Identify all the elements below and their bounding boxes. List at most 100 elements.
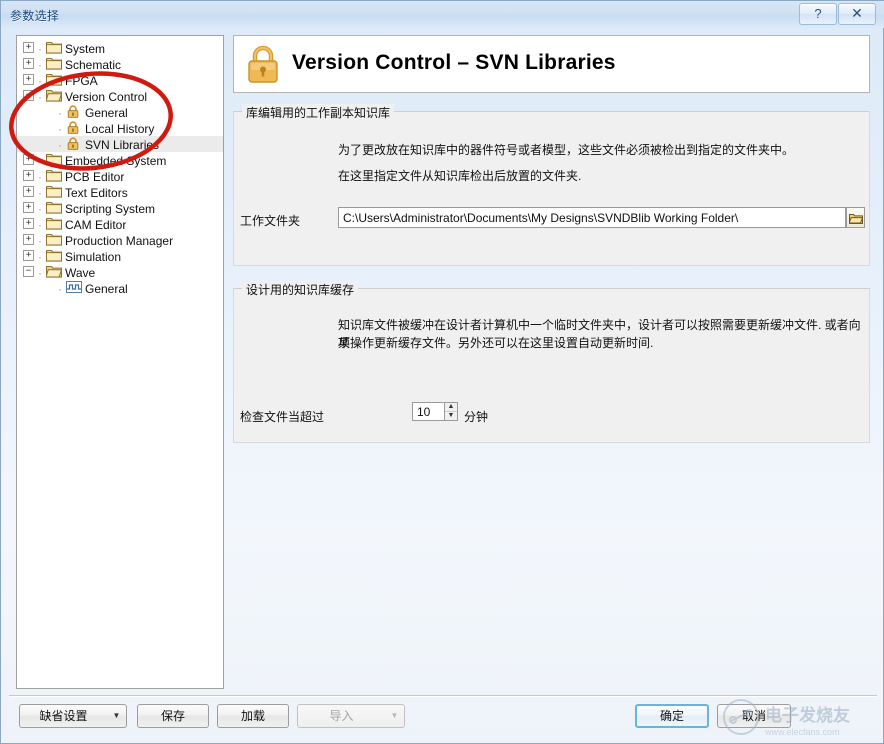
page-title: Version Control – SVN Libraries (292, 51, 616, 74)
tree-connector: · (38, 201, 42, 216)
expand-icon[interactable]: + (23, 202, 34, 214)
tree-connector: · (58, 281, 62, 296)
folder-icon (46, 233, 62, 247)
expand-icon[interactable]: + (23, 186, 34, 198)
cache-timeout-label: 检查文件当超过 (240, 410, 325, 424)
tree-item-scripting-system[interactable]: + · Scripting System (17, 200, 223, 216)
folder-icon (46, 41, 62, 55)
tree-connector: · (58, 105, 62, 120)
tree-item-production-manager[interactable]: + · Production Manager (17, 232, 223, 248)
footer-divider (9, 695, 877, 697)
tree-item-svn-libraries[interactable]: · SVN Libraries (17, 136, 223, 152)
collapse-icon[interactable]: − (23, 266, 34, 278)
folder-icon (46, 217, 62, 231)
tree-item-general[interactable]: · General (17, 104, 223, 120)
close-button[interactable]: ✕ (838, 3, 876, 25)
tree-item-label: Simulation (65, 249, 122, 264)
tree-item-label: CAM Editor (65, 217, 127, 232)
stepper-down-icon[interactable]: ▼ (445, 412, 457, 420)
folder-icon (46, 153, 62, 167)
ok-button[interactable]: 确定 (635, 704, 709, 728)
expand-icon[interactable]: + (23, 154, 34, 166)
expand-icon[interactable]: + (23, 170, 34, 182)
import-dropdown-arrow: ▼ (385, 704, 405, 728)
tree-item-system[interactable]: + · System (17, 40, 223, 56)
tree-item-fpga[interactable]: + · FPGA (17, 72, 223, 88)
working-copy-group-title: 库编辑用的工作副本知识库 (242, 104, 395, 121)
lock-icon (66, 121, 82, 135)
tree-item-embedded-system[interactable]: + · Embedded System (17, 152, 223, 168)
tree-item-schematic[interactable]: + · Schematic (17, 56, 223, 72)
tree-item-label: Schematic (65, 57, 122, 72)
window-title: 参数选择 (10, 9, 60, 23)
cancel-button[interactable]: 取消 (717, 704, 791, 728)
cache-timeout-input[interactable]: 10 (412, 402, 444, 421)
page-header: Version Control – SVN Libraries (233, 35, 870, 93)
settings-tree[interactable]: + · System + · Schematic + · FPGA − · Version Contr… (16, 35, 224, 689)
tree-connector: · (38, 153, 42, 168)
tree-connector: · (38, 57, 42, 72)
defaults-dropdown-arrow[interactable]: ▼ (107, 704, 127, 728)
watermark-url: www.elecfans.com (764, 727, 840, 737)
tree-item-general[interactable]: · General (17, 280, 223, 296)
cache-desc-line2: 项操作更新缓存文件。另外还可以在这里设置自动更新时间. (338, 336, 654, 350)
library-cache-group: 设计用的知识库缓存 知识库文件被缓冲在设计者计算机中一个临时文件夹中，设计者可以… (233, 281, 870, 443)
tree-item-label: Version Control (65, 89, 148, 104)
tree-leaf-connector (45, 123, 54, 132)
expand-icon[interactable]: + (23, 250, 34, 262)
expand-icon[interactable]: + (23, 234, 34, 246)
title-bar: 参数选择 ? ✕ (1, 1, 884, 28)
tree-item-local-history[interactable]: · Local History (17, 120, 223, 136)
tree-connector: · (38, 41, 42, 56)
help-button[interactable]: ? (799, 3, 837, 25)
expand-icon[interactable]: + (23, 218, 34, 230)
tree-item-text-editors[interactable]: + · Text Editors (17, 184, 223, 200)
expand-icon[interactable]: + (23, 42, 34, 54)
open-folder-icon (848, 213, 863, 224)
working-folder-input[interactable]: C:\Users\Administrator\Documents\My Desi… (338, 207, 846, 228)
tree-item-version-control[interactable]: − · Version Control (17, 88, 223, 104)
folder-icon (46, 57, 62, 71)
help-icon: ? (814, 6, 822, 21)
wave-icon (66, 280, 82, 295)
tree-connector: · (38, 265, 42, 280)
tree-item-cam-editor[interactable]: + · CAM Editor (17, 216, 223, 232)
defaults-button[interactable]: 缺省设置 (19, 704, 107, 728)
tree-leaf-connector (45, 139, 54, 148)
folder-icon (46, 169, 62, 183)
save-button[interactable]: 保存 (137, 704, 209, 728)
tree-item-simulation[interactable]: + · Simulation (17, 248, 223, 264)
stepper-up-icon[interactable]: ▲ (445, 403, 457, 412)
expand-icon[interactable]: + (23, 58, 34, 70)
tree-item-label: FPGA (65, 73, 98, 88)
tree-connector: · (58, 121, 62, 136)
working-copy-group: 库编辑用的工作副本知识库 为了更改放在知识库中的器件符号或者模型，这些文件必须被… (233, 104, 870, 266)
cache-timeout-unit: 分钟 (464, 410, 489, 424)
tree-item-label: PCB Editor (65, 169, 125, 184)
tree-leaf-connector (45, 107, 54, 116)
load-button[interactable]: 加载 (217, 704, 289, 728)
tree-item-wave[interactable]: − · Wave (17, 264, 223, 280)
working-folder-label: 工作文件夹 (240, 214, 301, 228)
close-icon: ✕ (851, 5, 863, 21)
tree-connector: · (38, 73, 42, 88)
tree-item-label: System (65, 41, 106, 56)
tree-connector: · (38, 217, 42, 232)
tree-connector: · (38, 169, 42, 184)
tree-item-label: Production Manager (65, 233, 174, 248)
tree-connector: · (58, 137, 62, 152)
expand-icon[interactable]: + (23, 74, 34, 86)
tree-item-pcb-editor[interactable]: + · PCB Editor (17, 168, 223, 184)
collapse-icon[interactable]: − (23, 90, 34, 102)
tree-item-label: Wave (65, 265, 96, 280)
lock-icon (66, 105, 82, 119)
tree-connector: · (38, 233, 42, 248)
browse-folder-button[interactable] (846, 207, 865, 228)
settings-content-pane: Version Control – SVN Libraries 库编辑用的工作副… (233, 35, 870, 689)
tree-item-label: Scripting System (65, 201, 156, 216)
folder-icon (46, 73, 62, 87)
working-copy-desc-line2: 在这里指定文件从知识库检出后放置的文件夹. (338, 169, 582, 183)
cache-timeout-stepper[interactable]: ▲ ▼ (444, 402, 458, 421)
tree-item-label: Text Editors (65, 185, 128, 200)
folder-icon (46, 249, 62, 263)
